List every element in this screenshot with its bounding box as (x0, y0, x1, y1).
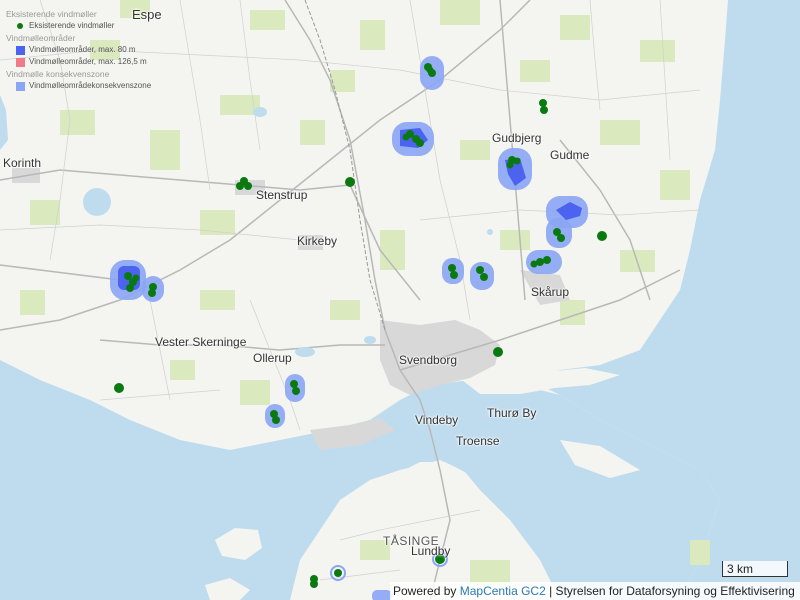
legend-row-existing: Eksisterende vindmøller (6, 20, 151, 32)
place-label-lundby: Lundby (411, 544, 451, 558)
legend-header-existing: Eksisterende vindmøller (6, 9, 97, 19)
turbine-dot-icon (17, 23, 23, 29)
place-label-thuro-by: Thurø By (487, 406, 537, 420)
scale-bar-label: 3 km (727, 562, 754, 576)
place-label-vester-skerninge: Vester Skerninge (155, 335, 247, 349)
place-label-vindeby: Vindeby (415, 413, 459, 427)
attribution-prefix: Powered by (393, 584, 457, 598)
place-label-ollerup: Ollerup (253, 351, 292, 365)
legend-row-area-80: Vindmølleområder, max. 80 m (6, 44, 151, 56)
legend-header-areas: Vindmølleområder (6, 33, 76, 43)
place-label-troense: Troense (456, 434, 500, 448)
legend-label-area-80: Vindmølleområder, max. 80 m (29, 45, 136, 54)
place-label-gudme: Gudme (550, 148, 590, 162)
place-label-korinth: Korinth (3, 156, 42, 170)
legend-label-zone: Vindmølleområdekonsekvenszone (29, 81, 152, 90)
scale-bar: 3 km (722, 561, 788, 577)
legend-label-area-126: Vindmølleområder, max. 126,5 m (29, 57, 147, 66)
area-126-swatch-icon (16, 57, 25, 67)
place-label-kirkeby: Kirkeby (297, 234, 338, 248)
attribution-link[interactable]: MapCentia GC2 (460, 584, 546, 598)
place-label-gudbjerg: Gudbjerg (492, 131, 542, 145)
legend-row-area-126: Vindmølleområder, max. 126,5 m (6, 56, 151, 68)
attribution-suffix: | Styrelsen for Dataforsyning og Effekti… (549, 584, 795, 598)
zone-swatch-icon (16, 81, 25, 91)
legend-label-existing: Eksisterende vindmøller (29, 21, 115, 30)
area-80-swatch-icon (16, 45, 25, 55)
legend-header-zone: Vindmølle konsekvenszone (6, 69, 110, 79)
map-legend: Eksisterende vindmøller Eksisterende vin… (6, 8, 151, 92)
attribution: Powered by MapCentia GC2 | Styrelsen for… (390, 582, 800, 600)
place-label-skarup: Skårup (531, 285, 570, 299)
place-label-stenstrup: Stenstrup (256, 188, 308, 202)
place-label-svendborg: Svendborg (399, 353, 458, 367)
legend-row-zone: Vindmølleområdekonsekvenszone (6, 80, 151, 92)
